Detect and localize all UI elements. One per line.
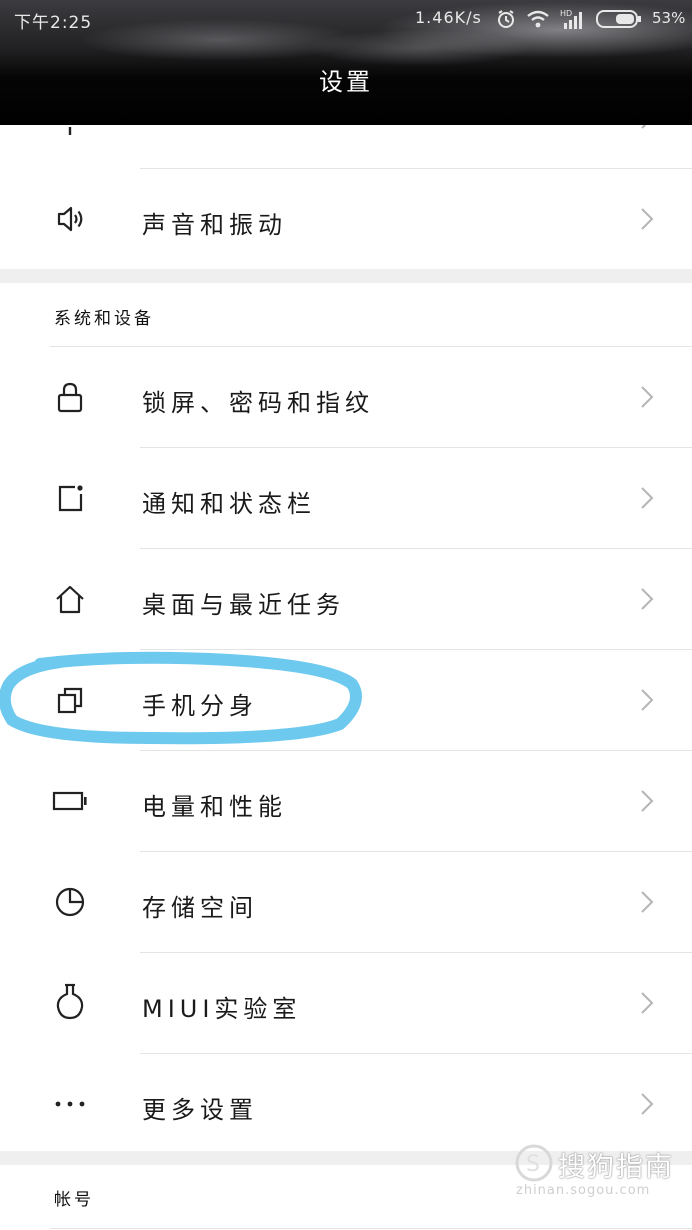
alarm-icon	[498, 10, 514, 28]
chevron-right-icon	[641, 487, 654, 509]
list-item-dual-space[interactable]: 手机分身	[0, 650, 692, 750]
section-title-account: 帐号	[54, 1190, 94, 1210]
status-icons: HD	[496, 6, 642, 32]
battery-icon	[50, 784, 90, 818]
chevron-right-icon	[641, 790, 654, 812]
list-item-desktop-recents[interactable]: 桌面与最近任务	[0, 549, 692, 649]
list-item-miui-lab[interactable]: MIUI实验室	[0, 953, 692, 1053]
chevron-right-icon	[641, 588, 654, 610]
watermark-text: 搜狗指南	[558, 1152, 674, 1183]
header-bar: 下午2:25 1.46K/s HD 53% 设置	[0, 0, 692, 125]
network-speed: 1.46K/s	[415, 8, 482, 27]
dual-space-icon	[50, 683, 90, 717]
section-title-system: 系统和设备	[54, 309, 154, 329]
speaker-icon	[50, 202, 90, 236]
watermark-url: zhinan.sogou.com	[516, 1183, 651, 1198]
home-icon	[50, 582, 90, 616]
list-item-sound-vibration[interactable]: 声音和振动	[0, 169, 692, 269]
chevron-right-icon	[641, 386, 654, 408]
storage-pie-icon	[50, 885, 90, 919]
battery-percent: 53%	[652, 9, 686, 27]
battery-performance-label: 电量和性能	[142, 793, 287, 821]
page-title: 设置	[319, 68, 373, 96]
list-item-battery-performance[interactable]: 电量和性能	[0, 751, 692, 851]
more-dots-icon	[50, 1087, 90, 1121]
flask-icon	[50, 981, 90, 1021]
notifications-label: 通知和状态栏	[142, 490, 316, 518]
status-bar: 下午2:25 1.46K/s HD 53%	[0, 0, 692, 38]
list-item-notifications[interactable]: 通知和状态栏	[0, 448, 692, 548]
miui-lab-label: MIUI实验室	[142, 995, 302, 1023]
list-item-storage[interactable]: 存储空间	[0, 852, 692, 952]
section-separator	[0, 269, 692, 283]
svg-text:HD: HD	[560, 9, 572, 18]
watermark: S 搜狗指南 zhinan.sogou.com	[514, 1143, 684, 1203]
chevron-right-icon	[641, 992, 654, 1014]
sound-vibration-label: 声音和振动	[142, 211, 287, 239]
status-time: 下午2:25	[14, 13, 93, 33]
list-item-more-settings[interactable]: 更多设置	[0, 1054, 692, 1154]
divider	[50, 1228, 692, 1229]
svg-text:S: S	[526, 1152, 540, 1177]
wifi-icon	[527, 10, 549, 28]
lock-screen-label: 锁屏、密码和指纹	[142, 389, 374, 417]
more-settings-label: 更多设置	[142, 1096, 258, 1124]
lock-icon	[50, 380, 90, 414]
chevron-right-icon	[641, 208, 654, 230]
dual-space-label: 手机分身	[142, 692, 258, 720]
battery-status-icon	[596, 10, 641, 28]
notification-icon	[50, 481, 90, 515]
chevron-right-icon	[641, 689, 654, 711]
storage-label: 存储空间	[142, 894, 258, 922]
list-item-lock-screen[interactable]: 锁屏、密码和指纹	[0, 347, 692, 447]
sogou-logo-icon: S	[515, 1144, 553, 1182]
desktop-recents-label: 桌面与最近任务	[142, 591, 345, 619]
chevron-right-icon	[641, 891, 654, 913]
hd-signal-icon: HD	[560, 9, 582, 29]
chevron-right-icon	[641, 1093, 654, 1115]
